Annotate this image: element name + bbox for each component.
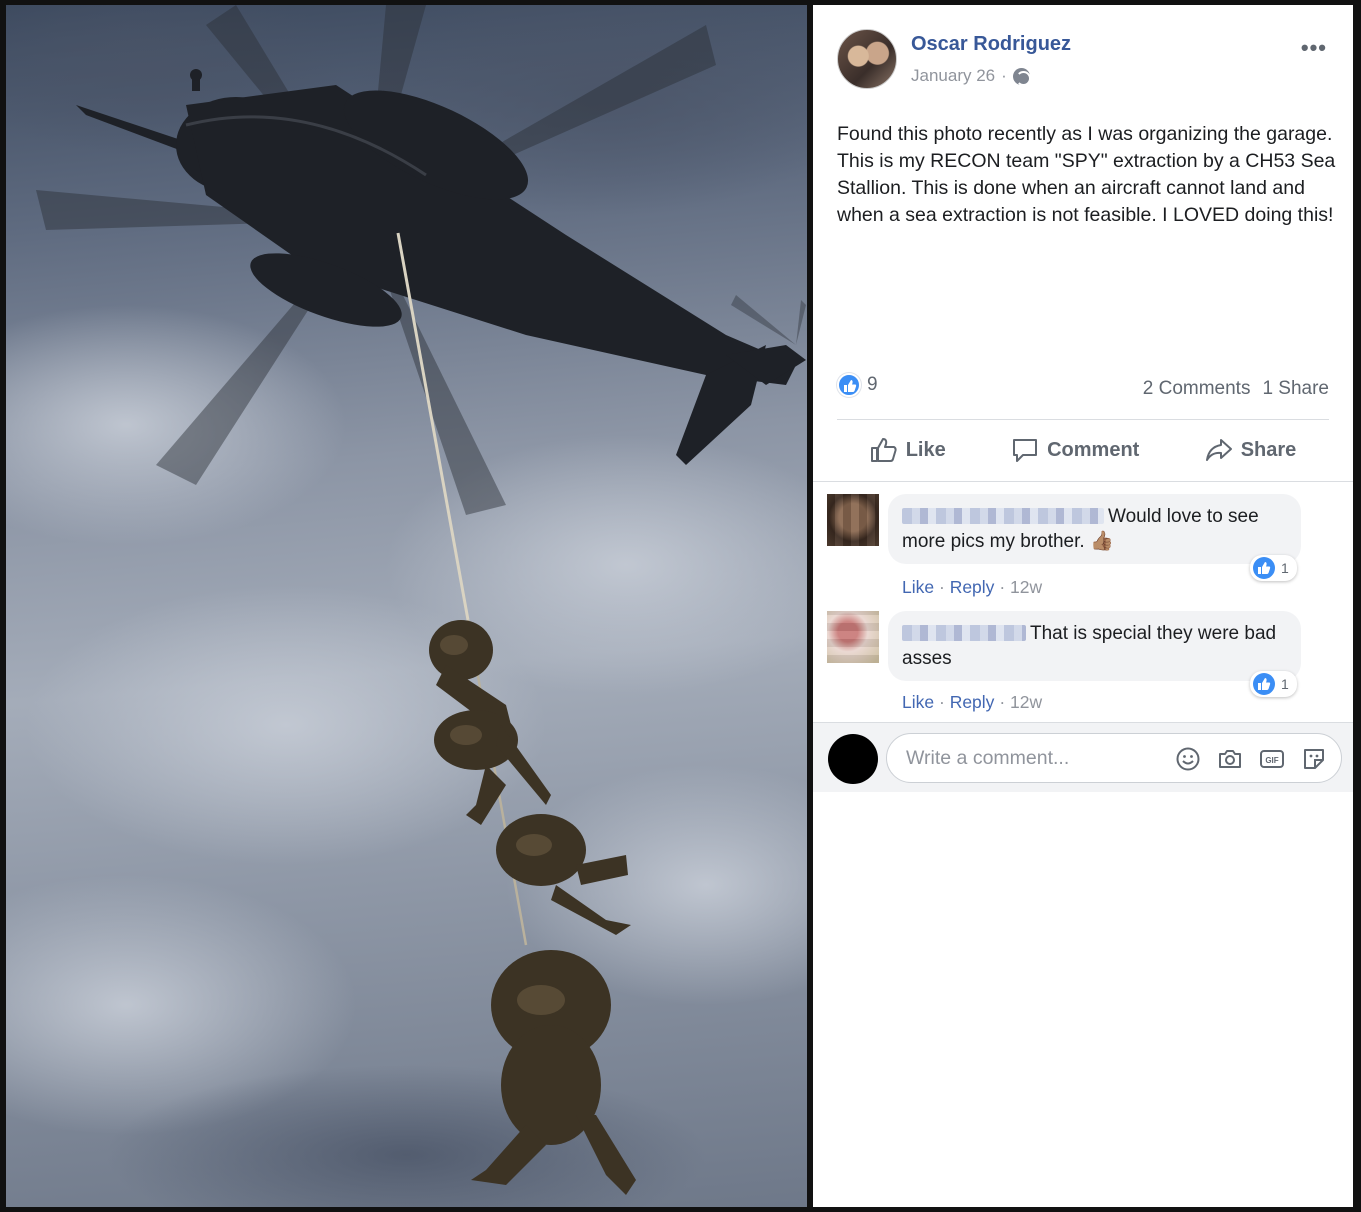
author-avatar[interactable] (837, 29, 897, 89)
like-icon (837, 373, 861, 397)
shares-count-link[interactable]: 1 Share (1262, 378, 1329, 400)
separator: · (999, 692, 1011, 712)
like-label: Like (905, 438, 946, 461)
comment-icon (1013, 439, 1038, 462)
comment-item: That is special they were bad asses Like… (827, 611, 1339, 713)
separator: · (938, 577, 950, 597)
globe-icon[interactable] (1012, 67, 1031, 86)
commenter-avatar[interactable] (827, 494, 879, 546)
like-icon (1253, 557, 1275, 579)
comment-reaction-badge[interactable]: 1 (1250, 555, 1297, 581)
comment-reply-link[interactable]: Reply (950, 692, 995, 712)
comments-count-link[interactable]: 2 Comments (1143, 378, 1251, 400)
comment-actions: Like · Reply · 12w (902, 577, 1042, 598)
engagement-counts: 2 Comments 1 Share (1143, 378, 1329, 400)
comment-item: Would love to see more pics my brother. … (827, 494, 1339, 597)
thumbs-up-icon (870, 438, 897, 462)
helicopter-extraction-photo (6, 5, 807, 1207)
separator: · (999, 577, 1011, 597)
comment-like-link[interactable]: Like (902, 577, 934, 597)
post-photo[interactable] (6, 5, 807, 1207)
comment-composer: Write a comment... GIF (813, 722, 1353, 792)
comment-actions: Like · Reply · 12w (902, 692, 1042, 713)
emoji-icon[interactable] (1175, 746, 1201, 772)
comment-label: Comment (1047, 438, 1140, 461)
gif-icon[interactable]: GIF (1259, 746, 1285, 772)
share-button[interactable]: Share (1205, 437, 1297, 463)
comment-reaction-badge[interactable]: 1 (1250, 671, 1297, 697)
reaction-count: 9 (867, 374, 878, 395)
post-date[interactable]: January 26 (911, 66, 995, 86)
comment-input-placeholder: Write a comment... (906, 746, 1070, 769)
commenter-name-blurred[interactable] (902, 508, 1104, 524)
current-user-avatar[interactable] (828, 734, 878, 784)
post-panel: Oscar Rodriguez January 26 · ••• Found t… (813, 5, 1353, 1207)
comments-list: Would love to see more pics my brother. … (813, 482, 1353, 722)
sticker-icon[interactable] (1301, 746, 1327, 772)
more-options-button[interactable]: ••• (1301, 35, 1327, 61)
comment-bubble: That is special they were bad asses (888, 611, 1301, 681)
action-bar: Like Comment Share (837, 430, 1329, 470)
screenshot-frame: Oscar Rodriguez January 26 · ••• Found t… (0, 0, 1361, 1212)
comment-time[interactable]: 12w (1010, 692, 1042, 712)
reaction-summary[interactable]: 9 (837, 373, 878, 397)
comment-time[interactable]: 12w (1010, 577, 1042, 597)
commenter-avatar[interactable] (827, 611, 879, 663)
share-icon (1205, 439, 1232, 461)
comment-button[interactable]: Comment (1011, 437, 1139, 463)
comment-reaction-count: 1 (1281, 560, 1289, 576)
camera-icon[interactable] (1217, 746, 1243, 772)
divider (837, 419, 1329, 420)
comment-bubble: Would love to see more pics my brother. … (888, 494, 1301, 564)
svg-text:GIF: GIF (1265, 756, 1278, 765)
like-button[interactable]: Like (870, 437, 946, 463)
post-meta: January 26 · (911, 66, 1031, 86)
meta-separator: · (1001, 66, 1007, 85)
author-name[interactable]: Oscar Rodriguez (911, 33, 1071, 56)
like-icon (1253, 673, 1275, 695)
share-label: Share (1240, 438, 1297, 461)
comment-input[interactable]: Write a comment... GIF (886, 733, 1342, 783)
comment-reaction-count: 1 (1281, 676, 1289, 692)
comment-like-link[interactable]: Like (902, 692, 934, 712)
post-text: Found this photo recently as I was organ… (837, 123, 1336, 226)
separator: · (938, 692, 950, 712)
comment-reply-link[interactable]: Reply (950, 577, 995, 597)
commenter-name-blurred[interactable] (902, 625, 1026, 641)
composer-tools: GIF (1175, 746, 1327, 772)
